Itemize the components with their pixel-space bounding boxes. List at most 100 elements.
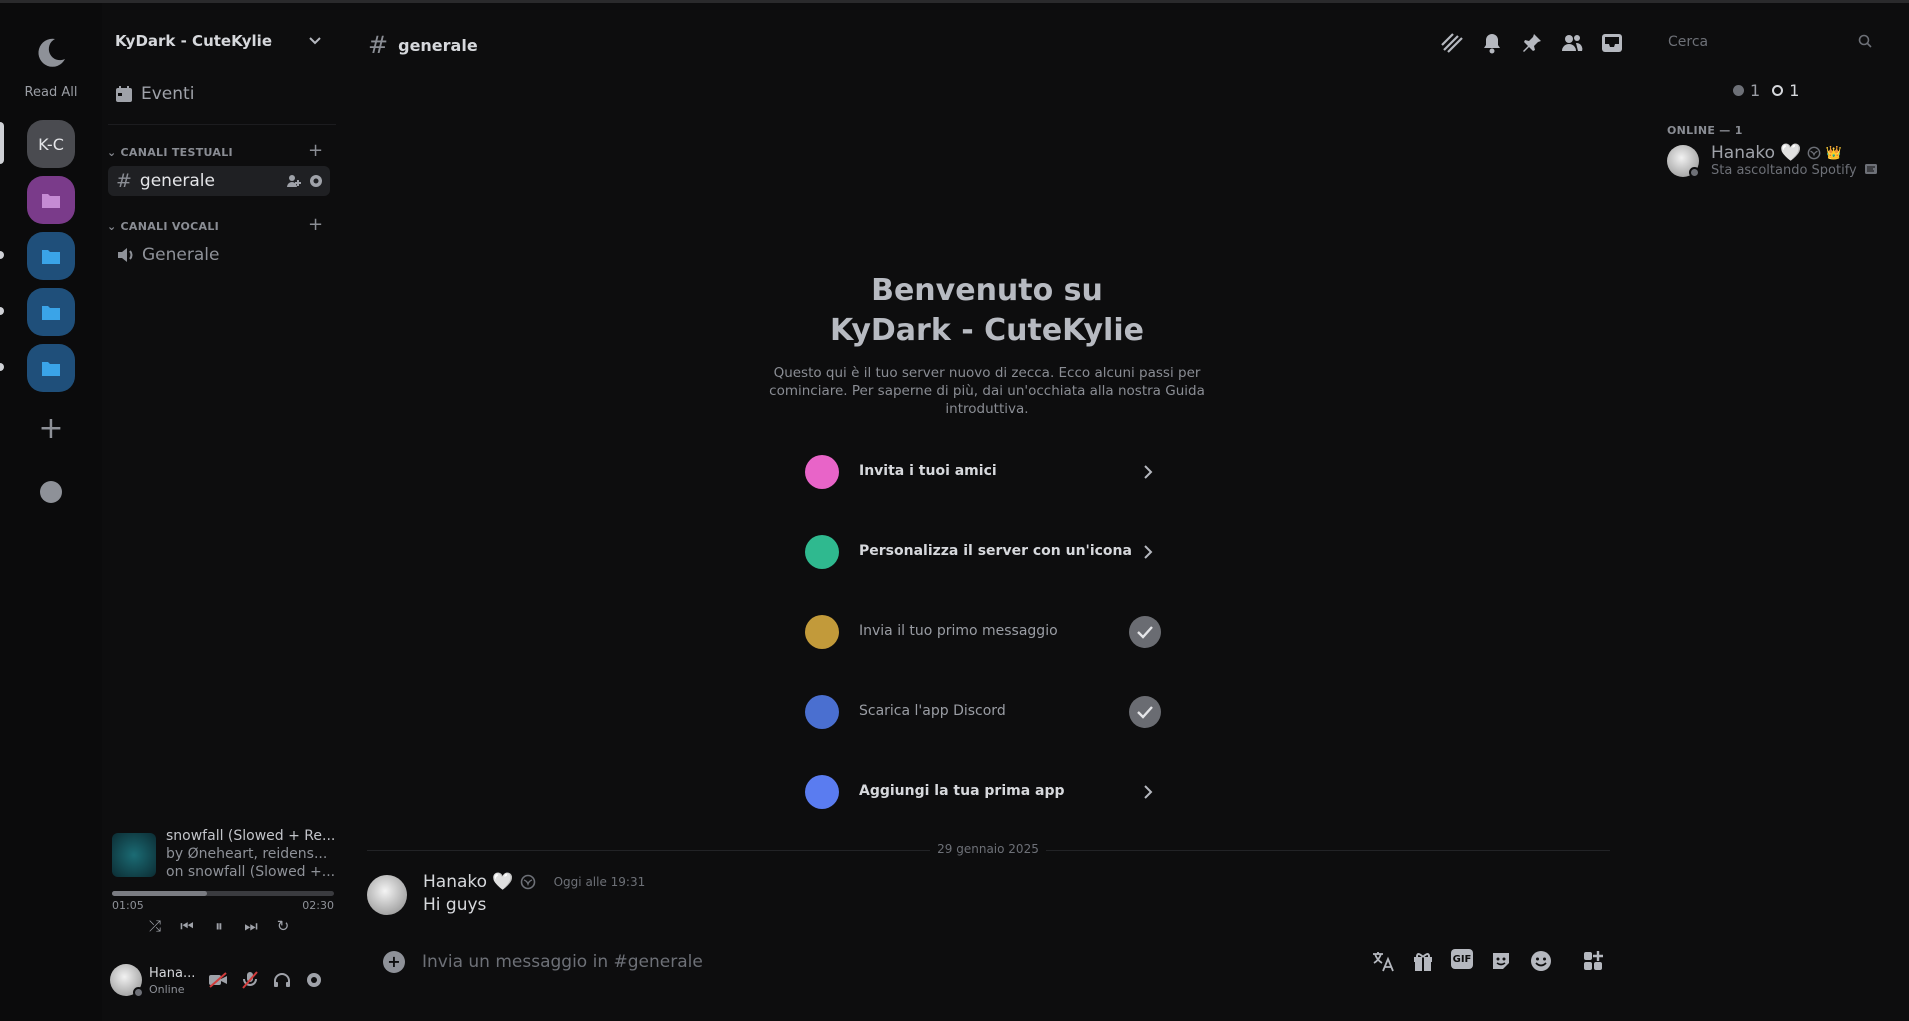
previous-icon[interactable]: ⏮ <box>178 917 196 935</box>
step-icon <box>805 695 839 729</box>
chevron-right-icon <box>1144 545 1153 559</box>
album-cover[interactable] <box>112 833 156 877</box>
channel-sidebar: KyDark - CuteKylie Eventi ⌄ CANALI TESTU… <box>102 3 342 1021</box>
welcome-section: Benvenuto su KyDark - CuteKylie Questo q… <box>760 271 1214 418</box>
unread-pill <box>0 363 4 371</box>
step-label: Personalizza il server con un'icona <box>859 543 1132 559</box>
message[interactable]: Hanako 🤍 Oggi alle 19:31 Hi guys <box>367 869 1610 929</box>
gear-icon[interactable] <box>308 173 324 189</box>
folder-icon <box>42 306 60 320</box>
moon-icon[interactable] <box>33 35 69 71</box>
offline-dot <box>1733 85 1744 96</box>
header-toolbar <box>1440 31 1624 55</box>
unread-pill <box>0 307 4 315</box>
folder-icon <box>42 362 60 376</box>
member-name[interactable]: Hanako 🤍 <box>1711 143 1802 163</box>
user-name[interactable]: Hana... <box>149 966 195 981</box>
repeat-icon[interactable]: ↻ <box>274 917 292 935</box>
shuffle-icon[interactable]: ⤮ <box>146 917 164 935</box>
members-icon[interactable] <box>1560 31 1584 55</box>
onboarding-step[interactable]: Scarica l'app Discord <box>797 683 1177 743</box>
bell-icon[interactable] <box>1480 31 1504 55</box>
member-activity: Sta ascoltando Spotify <box>1711 163 1877 178</box>
category-voice-channels[interactable]: ⌄ CANALI VOCALI <box>107 220 219 233</box>
onboarding-step[interactable]: Invita i tuoi amici <box>797 443 1177 503</box>
category-text-channels[interactable]: ⌄ CANALI TESTUALI <box>107 146 233 159</box>
composer-toolbar: GIF <box>1371 949 1605 973</box>
unread-pill <box>0 251 4 259</box>
emoji-icon[interactable] <box>1529 949 1553 973</box>
onboarding-step[interactable]: Personalizza il server con un'icona <box>797 523 1177 583</box>
chevron-down-icon[interactable] <box>308 34 322 48</box>
pin-icon[interactable] <box>1520 31 1544 55</box>
count-b-value: 1 <box>1789 81 1800 100</box>
step-icon <box>805 535 839 569</box>
events-label: Eventi <box>141 84 195 104</box>
add-server-button[interactable]: + <box>33 411 69 447</box>
threads-icon[interactable] <box>1440 31 1464 55</box>
step-icon <box>805 455 839 489</box>
gif-icon[interactable]: GIF <box>1451 949 1473 969</box>
pause-icon[interactable]: ⏸ <box>210 917 228 935</box>
welcome-title-line2: KyDark - CuteKylie <box>830 313 1144 348</box>
chevron-right-icon <box>1144 465 1153 479</box>
chevron-down-icon: ⌄ <box>107 220 117 233</box>
channel-generale[interactable]: # generale <box>108 166 330 196</box>
camera-off-icon[interactable] <box>208 970 228 990</box>
count-a-value: 1 <box>1750 81 1761 100</box>
onboarding-step[interactable]: Invia il tuo primo messaggio <box>797 603 1177 663</box>
folder-icon <box>42 250 60 264</box>
track-title[interactable]: snowfall (Slowed + Re... <box>166 827 336 845</box>
gear-icon[interactable] <box>304 970 324 990</box>
server-folder-blue-1[interactable] <box>27 232 75 280</box>
create-text-channel-button[interactable]: + <box>308 140 323 161</box>
hash-icon: # <box>116 170 132 192</box>
next-icon[interactable]: ⏭ <box>242 917 260 935</box>
player-controls: ⤮ ⏮ ⏸ ⏭ ↻ <box>146 917 292 935</box>
server-kc[interactable]: K-C <box>27 120 75 168</box>
message-author[interactable]: Hanako 🤍 <box>423 872 514 892</box>
online-ring <box>1772 85 1784 96</box>
server-folder-blue-2[interactable] <box>27 288 75 336</box>
server-folder-blue-3[interactable] <box>27 344 75 392</box>
voice-channel-generale[interactable]: Generale <box>108 240 330 270</box>
events-item[interactable]: Eventi <box>115 84 194 104</box>
progress-bar[interactable] <box>112 891 334 896</box>
member-name-row: Hanako 🤍 👑 <box>1711 143 1842 163</box>
gift-icon[interactable] <box>1411 949 1435 973</box>
header-channel-name: generale <box>398 35 478 55</box>
mic-off-icon[interactable] <box>240 970 260 990</box>
step-label: Scarica l'app Discord <box>859 703 1006 719</box>
globe-icon <box>1807 146 1820 160</box>
create-voice-channel-button[interactable]: + <box>308 214 323 235</box>
sticker-icon[interactable] <box>1489 949 1513 973</box>
track-artist[interactable]: by Øneheart, reidens... <box>166 845 336 863</box>
calendar-icon <box>116 86 132 102</box>
track-album[interactable]: on snowfall (Slowed +... <box>166 863 336 881</box>
apps-icon[interactable] <box>1581 949 1605 973</box>
message-composer[interactable]: + Invia un messaggio in #generale GIF <box>367 943 1610 981</box>
header-channel: # generale <box>368 31 478 59</box>
track-info: snowfall (Slowed + Re... by Øneheart, re… <box>166 827 336 881</box>
step-icon <box>805 775 839 809</box>
guild-name[interactable]: KyDark - CuteKylie <box>115 32 272 50</box>
elapsed-time: 01:05 <box>112 899 144 912</box>
status-indicator <box>1689 167 1700 178</box>
avatar[interactable] <box>367 875 407 915</box>
channel-header: # generale Cerca <box>342 3 1872 81</box>
server-folder-purple[interactable] <box>27 176 75 224</box>
translate-icon[interactable] <box>1371 949 1395 973</box>
inbox-icon[interactable] <box>1600 31 1624 55</box>
read-all-button[interactable]: Read All <box>0 85 102 100</box>
member-list: 1 1 ONLINE — 1 Hanako 🤍 👑 Sta ascoltando… <box>1643 3 1909 1021</box>
message-timestamp: Oggi alle 19:31 <box>553 875 646 889</box>
member-counts: 1 1 <box>1733 81 1799 100</box>
invite-icon[interactable] <box>286 173 302 189</box>
member-item[interactable]: Hanako 🤍 👑 Sta ascoltando Spotify <box>1667 143 1887 185</box>
headphones-icon[interactable] <box>272 970 292 990</box>
welcome-description: Questo qui è il tuo server nuovo di zecc… <box>769 365 1205 417</box>
onboarding-step[interactable]: Aggiungi la tua prima app <box>797 763 1177 823</box>
attach-button[interactable]: + <box>383 951 405 973</box>
globe-icon[interactable] <box>520 874 536 890</box>
discover-icon[interactable] <box>40 481 62 503</box>
